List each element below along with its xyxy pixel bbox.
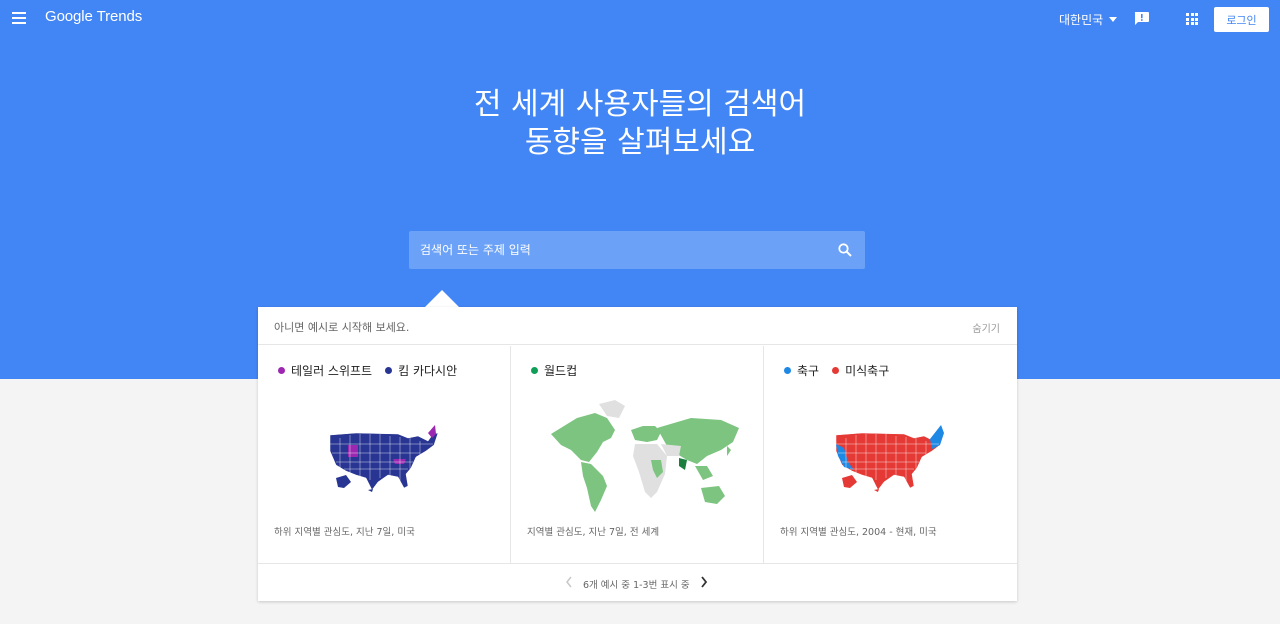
chevron-right-icon[interactable]: [700, 576, 708, 588]
search-icon[interactable]: [838, 243, 852, 257]
search-box: [409, 231, 865, 269]
examples-prompt: 아니면 예시로 시작해 보세요.: [274, 321, 410, 334]
example-caption: 하위 지역별 관심도, 2004 - 현재, 미국: [780, 527, 937, 538]
google-trends-logo[interactable]: Google Trends: [45, 8, 142, 25]
top-bar: Google Trends 대한민국 로그인: [0, 0, 1280, 38]
apps-grid-icon[interactable]: [1186, 13, 1198, 25]
example-caption: 하위 지역별 관심도, 지난 7일, 미국: [274, 527, 415, 538]
panel-pointer: [425, 290, 459, 307]
example-card-taylor-vs-kim[interactable]: 테일러 스위프트 킴 카다시안 하위 지역별 관심도, 지난 7일, 미국: [258, 346, 511, 563]
feedback-icon[interactable]: [1134, 12, 1149, 25]
region-selector[interactable]: 대한민국: [1059, 11, 1103, 28]
examples-panel: 아니면 예시로 시작해 보세요. 숨기기 테일러 스위프트 킴 카다시안 하위 지…: [258, 307, 1017, 601]
example-caption: 지역별 관심도, 지난 7일, 전 세계: [527, 527, 660, 538]
examples-pager: 6개 예시 중 1-3번 표시 중: [258, 563, 1017, 601]
chevron-left-icon[interactable]: [565, 576, 573, 588]
page-headline: 전 세계 사용자들의 검색어 동향을 살펴보세요: [473, 87, 807, 160]
pager-status: 6개 예시 중 1-3번 표시 중: [583, 580, 690, 591]
menu-icon[interactable]: [12, 12, 26, 24]
example-card-soccer-vs-football[interactable]: 축구 미식축구 하위 지역별 관심도, 2004 - 현재, 미국: [764, 346, 1017, 563]
login-button[interactable]: 로그인: [1214, 7, 1269, 32]
hide-examples-link[interactable]: 숨기기: [972, 320, 1000, 335]
examples-header: 아니면 예시로 시작해 보세요. 숨기기: [258, 307, 1017, 345]
chevron-down-icon[interactable]: [1109, 17, 1117, 22]
search-input[interactable]: [409, 231, 829, 269]
example-card-world-cup[interactable]: 월드컵 지역별 관심도, 지난 7일, 전 세계: [511, 346, 764, 563]
